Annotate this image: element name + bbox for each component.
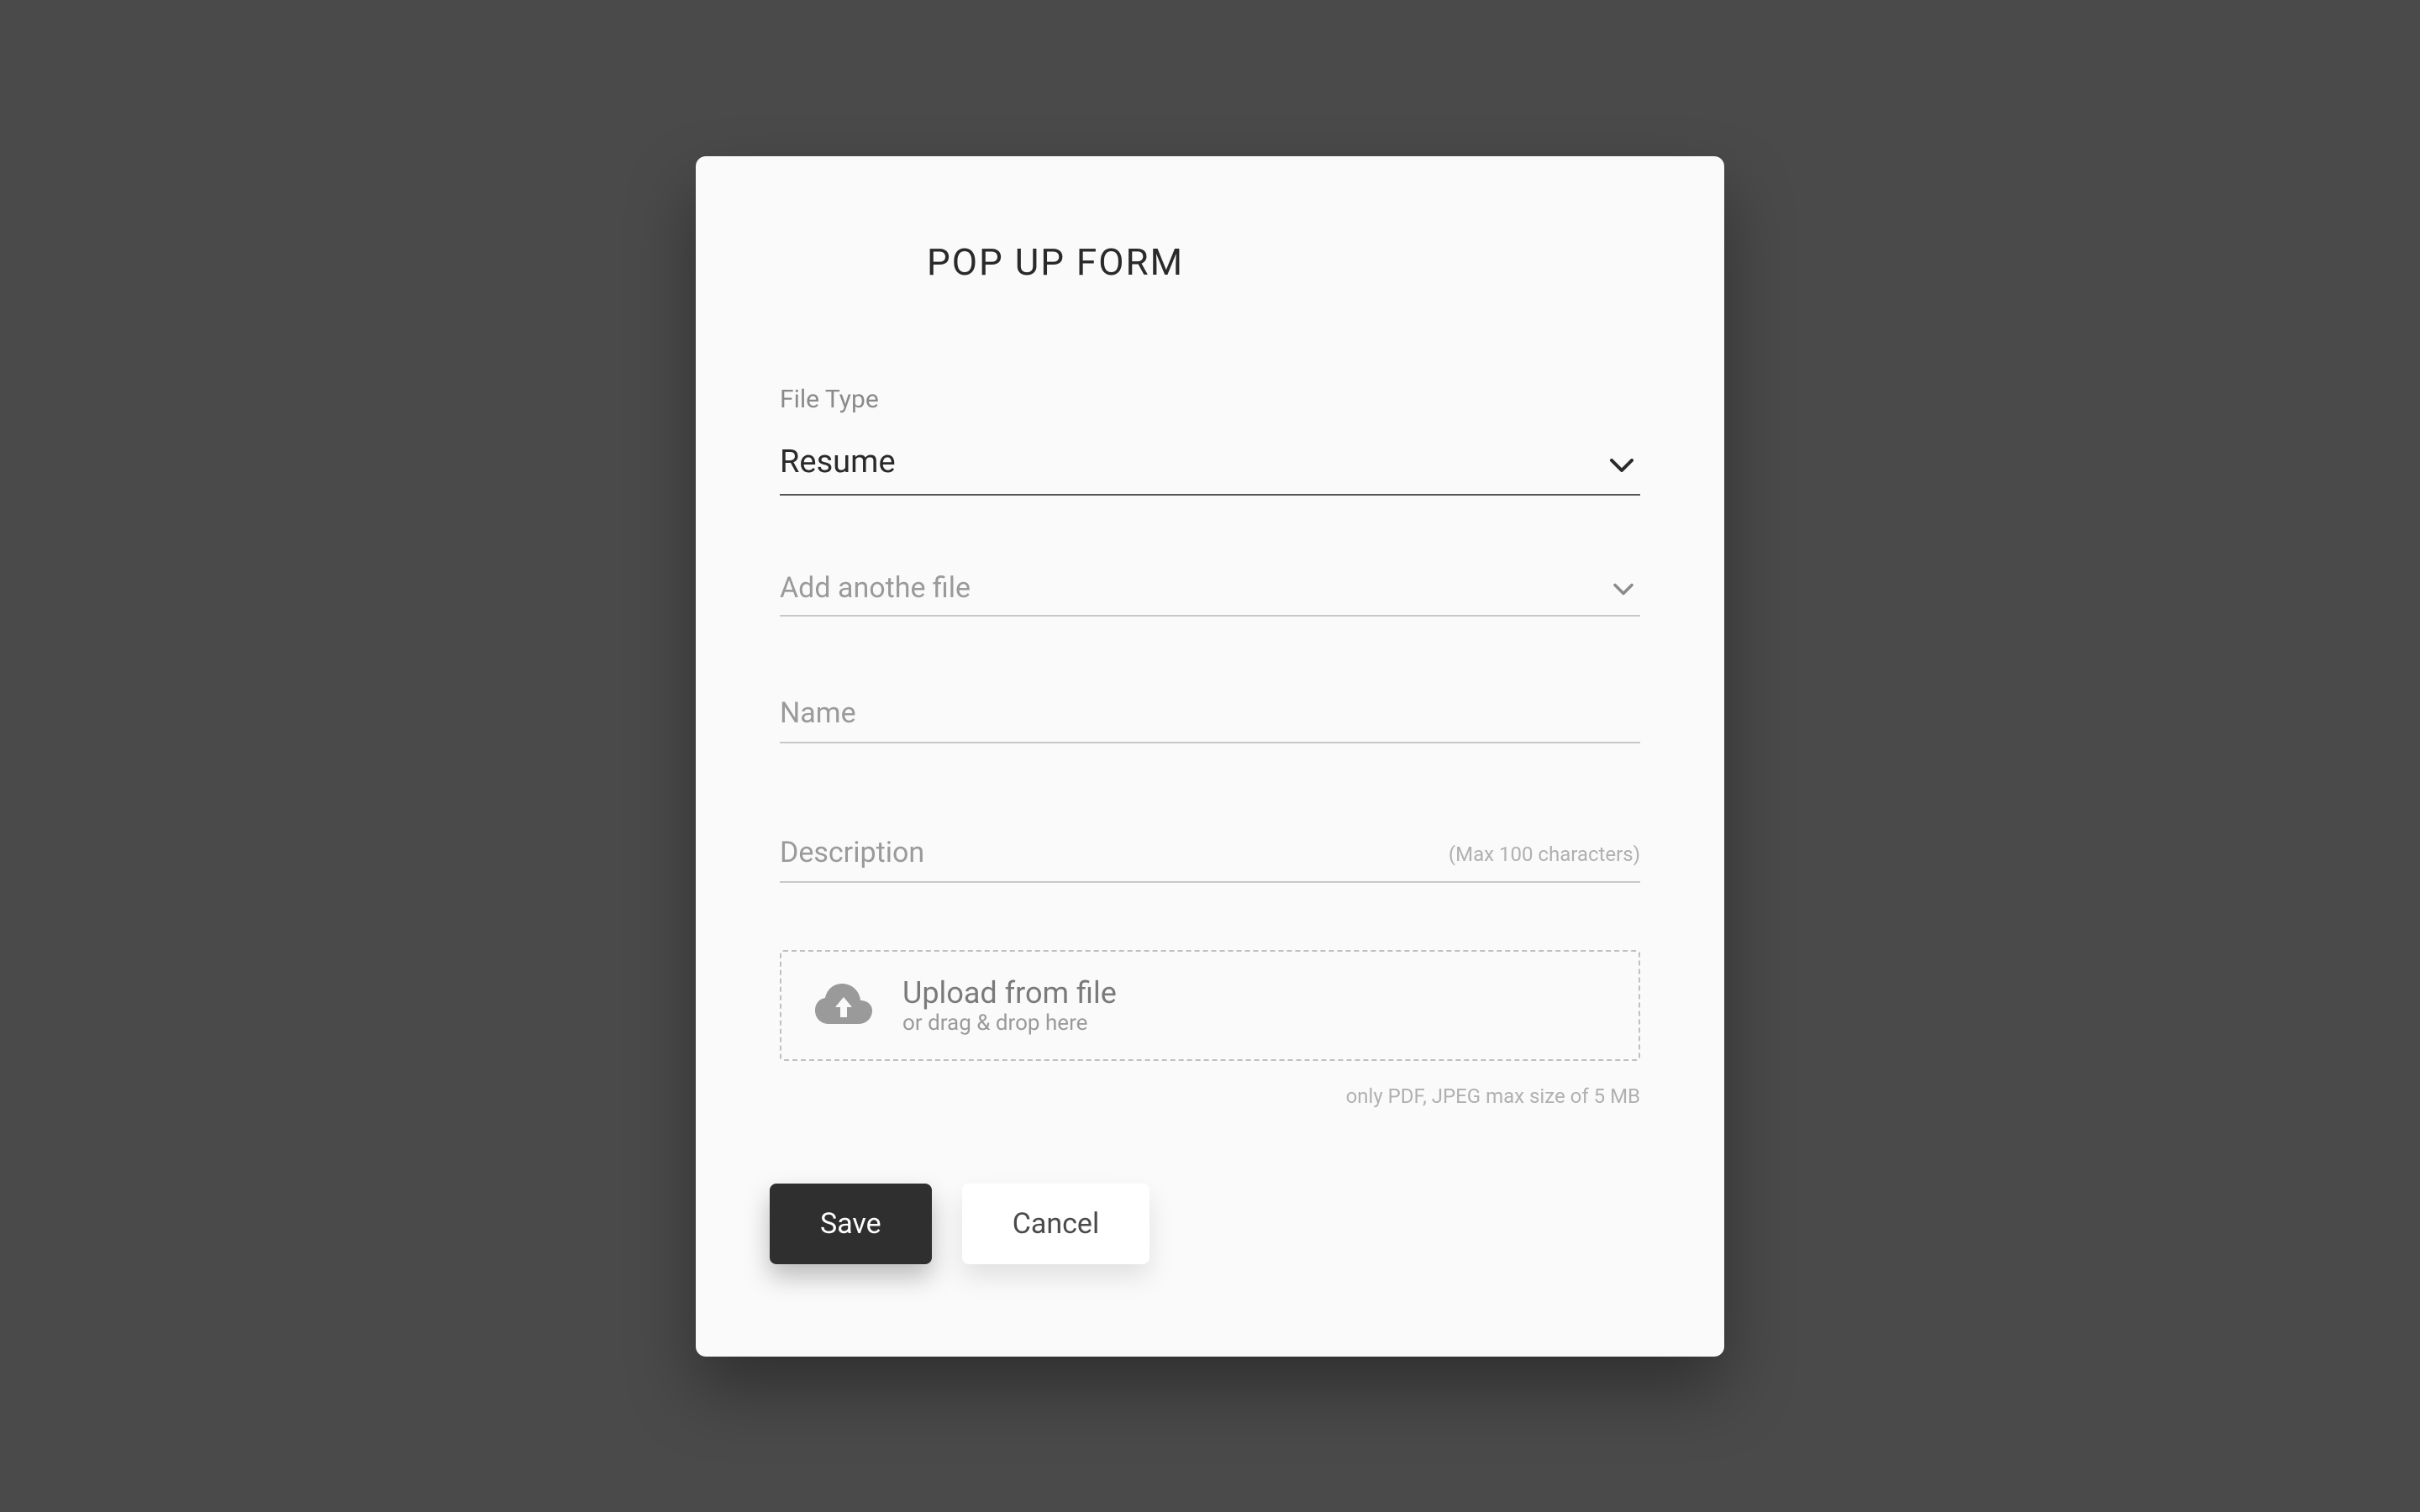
save-button[interactable]: Save xyxy=(770,1184,932,1264)
add-file-placeholder: Add anothe file xyxy=(780,563,1640,615)
description-helper: (Max 100 characters) xyxy=(1449,843,1640,866)
upload-field: Upload from file or drag & drop here onl… xyxy=(780,950,1640,1108)
button-row: Save Cancel xyxy=(770,1184,1640,1264)
popup-form-modal: POP UP FORM File Type Resume Add anothe … xyxy=(696,156,1724,1357)
upload-text-group: Upload from file or drag & drop here xyxy=(902,975,1117,1036)
file-type-label: File Type xyxy=(780,385,1640,414)
file-type-value: Resume xyxy=(780,435,1640,494)
add-file-select[interactable]: Add anothe file xyxy=(780,563,1640,617)
modal-title: POP UP FORM xyxy=(927,240,1640,284)
chevron-down-icon xyxy=(1613,575,1634,602)
upload-title: Upload from file xyxy=(902,975,1117,1011)
chevron-down-icon xyxy=(1610,449,1634,480)
upload-subtitle: or drag & drop here xyxy=(902,1011,1117,1036)
cloud-upload-icon xyxy=(815,982,872,1029)
name-input[interactable]: Name xyxy=(780,688,1640,743)
add-file-field: Add anothe file xyxy=(780,563,1640,617)
upload-dropzone[interactable]: Upload from file or drag & drop here xyxy=(780,950,1640,1061)
description-input[interactable]: Description (Max 100 characters) xyxy=(780,827,1640,883)
file-type-field: File Type Resume xyxy=(780,385,1640,496)
description-field: Description (Max 100 characters) xyxy=(780,827,1640,883)
upload-hint: only PDF, JPEG max size of 5 MB xyxy=(780,1084,1640,1108)
name-field: Name xyxy=(780,688,1640,743)
cancel-button[interactable]: Cancel xyxy=(962,1184,1150,1264)
name-placeholder: Name xyxy=(780,688,1640,742)
file-type-select[interactable]: Resume xyxy=(780,435,1640,496)
